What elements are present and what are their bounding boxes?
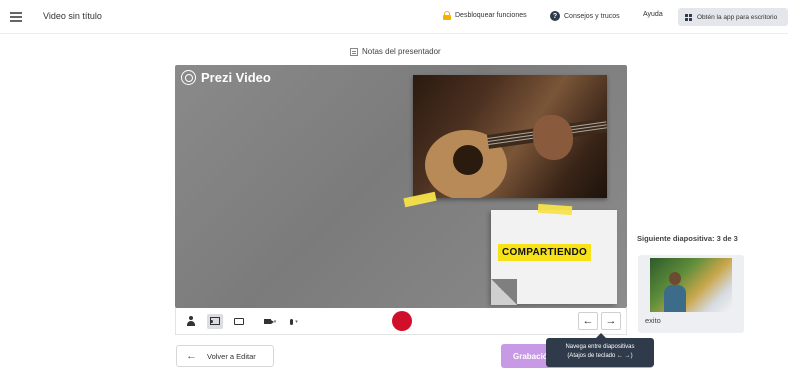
presenter-notes-button[interactable]: Notas del presentador [350,47,441,56]
help-label: Ayuda [643,11,663,18]
control-bar: ▾ ▾ ← → [175,308,627,335]
next-slide-card[interactable]: exito [638,255,744,333]
presenter-screen-icon [207,314,223,329]
tips-label: Consejos y trucos [564,12,620,20]
lock-icon [443,11,451,20]
tips-button[interactable]: ? Consejos y trucos [550,11,620,21]
arrow-left-icon: ← [186,350,197,362]
camera-select-dropdown[interactable]: ▾ [259,314,281,329]
record-button[interactable] [392,311,412,331]
screen-icon [234,318,244,325]
back-to-edit-label: Volver a Editar [207,351,256,361]
video-camera-icon [263,319,274,324]
get-desktop-app-button[interactable]: Obtén la app para escritorio [678,8,788,26]
top-bar: Video sin título Desbloquear funciones ?… [0,0,788,34]
prezi-logo-icon [181,70,196,85]
unlock-features-label: Desbloquear funciones [455,12,527,19]
back-to-edit-button[interactable]: ← Volver a Editar [176,345,274,367]
camera-and-screen-layout-button[interactable] [207,314,223,329]
tape-strip [403,191,437,208]
sticky-note-fold [491,279,517,305]
person-icon [183,314,199,329]
question-icon: ? [550,11,560,21]
document-title[interactable]: Video sin título [43,11,102,21]
next-slide-thumbnail [650,258,732,312]
microphone-icon [290,318,294,325]
presentation-canvas: Prezi Video COMPARTIENDO [175,65,627,308]
next-slide-button[interactable]: → [601,312,621,330]
next-slide-label: exito [645,316,661,325]
previous-slide-button[interactable]: ← [578,312,598,330]
chevron-down-icon: ▾ [273,318,277,325]
tooltip-line-2: (Atajos de teclado ← →) [567,353,633,359]
unlock-features-button[interactable]: Desbloquear funciones [443,11,527,20]
tooltip-line-1: Navega entre diapositivas [565,344,635,350]
chevron-down-icon: ▾ [295,318,298,325]
hamburger-menu-icon[interactable] [10,12,22,22]
microphone-select-dropdown[interactable]: ▾ [284,314,304,329]
person-figure [664,272,686,312]
logo-text: Prezi Video [201,70,271,85]
navigation-tooltip: Navega entre diapositivas (Atajos de tec… [546,333,654,367]
get-desktop-app-label: Obtén la app para escritorio [697,13,778,21]
screen-only-layout-button[interactable] [231,314,247,329]
windows-icon [685,13,692,21]
guitar-photo [413,75,607,198]
presenter-notes-label: Notas del presentador [362,47,441,56]
sticky-note-text: COMPARTIENDO [498,244,592,261]
next-slide-title: Siguiente diapositiva: 3 de 3 [637,234,738,243]
help-button[interactable]: Ayuda [643,11,663,18]
guitar-sound-hole [453,145,483,175]
arrow-left-icon: ← [582,315,594,327]
notes-icon [350,47,358,56]
hand [533,115,573,160]
camera-only-layout-button[interactable] [183,314,199,329]
arrow-right-icon: → [605,315,617,327]
prezi-video-logo: Prezi Video [181,70,271,85]
